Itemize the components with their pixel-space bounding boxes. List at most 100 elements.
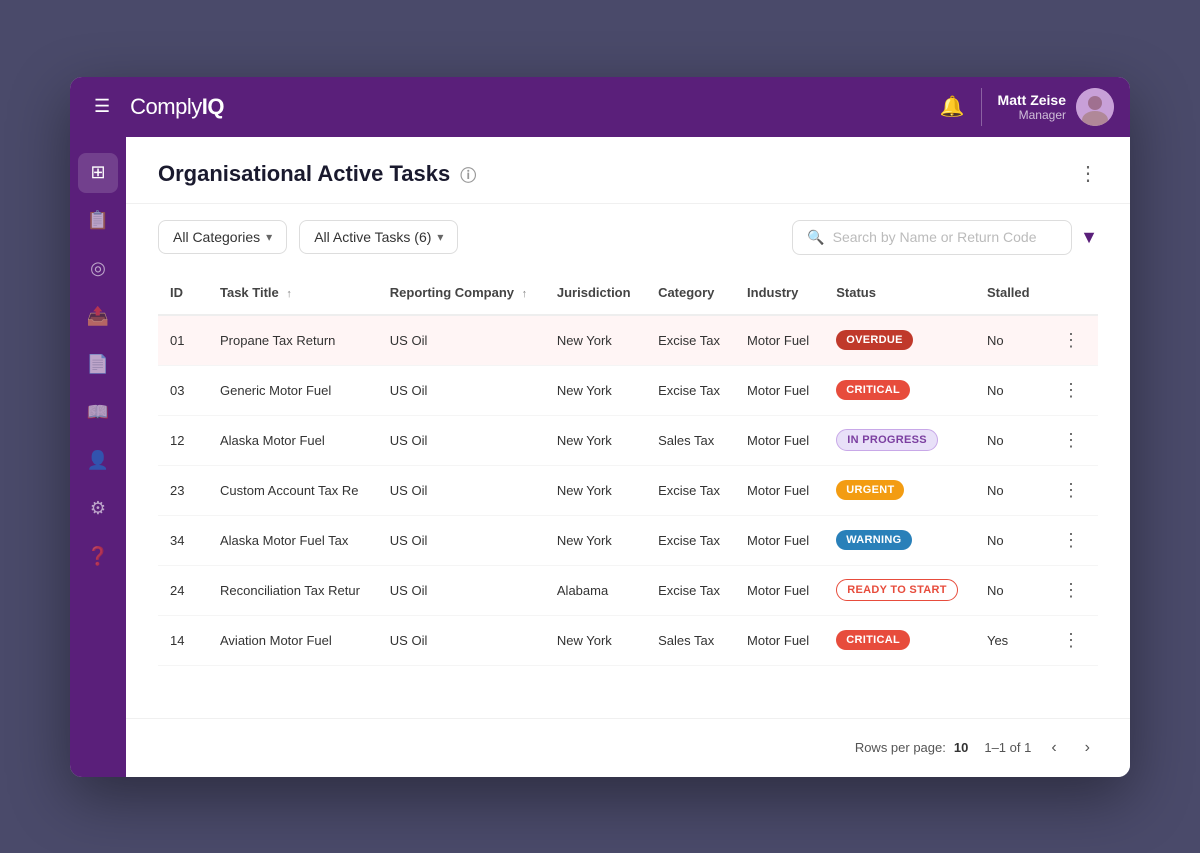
search-input[interactable] — [833, 229, 1058, 245]
search-container: 🔍 ▼ — [792, 220, 1098, 255]
tasks-label: All Active Tasks (6) — [314, 229, 431, 245]
sidebar-item-reports[interactable]: 📤 — [78, 297, 118, 337]
categories-arrow: ▾ — [266, 230, 272, 244]
table-row: 34 Alaska Motor Fuel Tax US Oil New York… — [158, 515, 1098, 565]
cell-industry: Motor Fuel — [735, 315, 824, 366]
cell-company: US Oil — [378, 465, 545, 515]
sidebar-item-tasks[interactable]: 📋 — [78, 201, 118, 241]
top-nav: ☰ ComplyIQ 🔔 Matt Zeise Manager — [70, 77, 1130, 137]
cell-company: US Oil — [378, 315, 545, 366]
status-badge: OVERDUE — [836, 330, 913, 350]
user-role: Manager — [998, 108, 1066, 122]
cell-industry: Motor Fuel — [735, 415, 824, 465]
cell-stalled: No — [975, 315, 1044, 366]
cell-company: US Oil — [378, 565, 545, 615]
main-content: Organisational Active Tasks ⓘ ⋮ All Cate… — [126, 137, 1130, 777]
cell-status: CRITICAL — [824, 365, 975, 415]
cell-industry: Motor Fuel — [735, 365, 824, 415]
cell-id: 14 — [158, 615, 208, 665]
cell-id: 34 — [158, 515, 208, 565]
sidebar-item-compliance[interactable]: ◎ — [78, 249, 118, 289]
sidebar-item-dashboard[interactable]: ⊞ — [78, 153, 118, 193]
row-menu-button[interactable]: ⋮ — [1056, 628, 1086, 653]
cell-category: Excise Tax — [646, 365, 735, 415]
cell-status: OVERDUE — [824, 315, 975, 366]
cell-category: Sales Tax — [646, 615, 735, 665]
cell-company: US Oil — [378, 365, 545, 415]
cell-category: Excise Tax — [646, 465, 735, 515]
cell-task-title: Reconciliation Tax Retur — [208, 565, 378, 615]
cell-category: Sales Tax — [646, 415, 735, 465]
row-menu-button[interactable]: ⋮ — [1056, 328, 1086, 353]
cell-jurisdiction: New York — [545, 615, 646, 665]
table-row: 12 Alaska Motor Fuel US Oil New York Sal… — [158, 415, 1098, 465]
sidebar-item-documents[interactable]: 📄 — [78, 345, 118, 385]
company-sort[interactable]: ↑ — [522, 288, 528, 300]
table-header-row: ID Task Title ↑ Reporting Company ↑ Juri… — [158, 271, 1098, 315]
sidebar-item-users[interactable]: 👤 — [78, 441, 118, 481]
cell-task-title: Propane Tax Return — [208, 315, 378, 366]
cell-task-title: Alaska Motor Fuel Tax — [208, 515, 378, 565]
tasks-dropdown[interactable]: All Active Tasks (6) ▾ — [299, 220, 458, 254]
cell-jurisdiction: New York — [545, 365, 646, 415]
row-menu-button[interactable]: ⋮ — [1056, 478, 1086, 503]
cell-stalled: No — [975, 365, 1044, 415]
cell-status: READY TO START — [824, 565, 975, 615]
row-menu-button[interactable]: ⋮ — [1056, 428, 1086, 453]
nav-right: 🔔 Matt Zeise Manager — [940, 88, 1114, 126]
sidebar: ⊞ 📋 ◎ 📤 📄 📖 👤 ⚙ ❓ — [70, 137, 126, 777]
row-menu-button[interactable]: ⋮ — [1056, 578, 1086, 603]
sidebar-item-settings[interactable]: ⚙ — [78, 489, 118, 529]
col-industry: Industry — [735, 271, 824, 315]
main-layout: ⊞ 📋 ◎ 📤 📄 📖 👤 ⚙ ❓ Organisational Active … — [70, 137, 1130, 777]
categories-dropdown[interactable]: All Categories ▾ — [158, 220, 287, 254]
cell-id: 01 — [158, 315, 208, 366]
col-jurisdiction: Jurisdiction — [545, 271, 646, 315]
cell-actions: ⋮ — [1044, 365, 1098, 415]
categories-label: All Categories — [173, 229, 260, 245]
status-badge: IN PROGRESS — [836, 429, 938, 451]
cell-stalled: No — [975, 515, 1044, 565]
page-range: 1–1 of 1 — [984, 740, 1031, 755]
sidebar-item-help[interactable]: ❓ — [78, 537, 118, 577]
cell-jurisdiction: Alabama — [545, 565, 646, 615]
cell-jurisdiction: New York — [545, 415, 646, 465]
cell-company: US Oil — [378, 515, 545, 565]
user-name: Matt Zeise — [998, 92, 1066, 108]
table-row: 24 Reconciliation Tax Retur US Oil Alaba… — [158, 565, 1098, 615]
cell-task-title: Alaska Motor Fuel — [208, 415, 378, 465]
page-header: Organisational Active Tasks ⓘ ⋮ — [126, 137, 1130, 204]
cell-category: Excise Tax — [646, 565, 735, 615]
row-menu-button[interactable]: ⋮ — [1056, 378, 1086, 403]
table-container: ID Task Title ↑ Reporting Company ↑ Juri… — [126, 271, 1130, 718]
table-row: 14 Aviation Motor Fuel US Oil New York S… — [158, 615, 1098, 665]
next-page-button[interactable]: › — [1077, 735, 1098, 761]
col-reporting-company: Reporting Company ↑ — [378, 271, 545, 315]
cell-stalled: Yes — [975, 615, 1044, 665]
row-menu-button[interactable]: ⋮ — [1056, 528, 1086, 553]
cell-industry: Motor Fuel — [735, 615, 824, 665]
cell-id: 12 — [158, 415, 208, 465]
cell-jurisdiction: New York — [545, 515, 646, 565]
status-badge: CRITICAL — [836, 630, 910, 650]
cell-actions: ⋮ — [1044, 565, 1098, 615]
sidebar-item-library[interactable]: 📖 — [78, 393, 118, 433]
pagination-info: Rows per page: 10 1–1 of 1 — [855, 740, 1032, 755]
logo-text: Comply — [130, 94, 202, 119]
hamburger-button[interactable]: ☰ — [86, 92, 118, 121]
cell-id: 23 — [158, 465, 208, 515]
filter-icon-button[interactable]: ▼ — [1080, 227, 1098, 248]
cell-category: Excise Tax — [646, 315, 735, 366]
info-icon[interactable]: ⓘ — [460, 162, 476, 186]
cell-company: US Oil — [378, 415, 545, 465]
status-badge: CRITICAL — [836, 380, 910, 400]
filters-row: All Categories ▾ All Active Tasks (6) ▾ … — [126, 204, 1130, 271]
app-window: ☰ ComplyIQ 🔔 Matt Zeise Manager — [70, 77, 1130, 777]
notification-button[interactable]: 🔔 — [940, 94, 965, 119]
col-actions — [1044, 271, 1098, 315]
task-title-sort[interactable]: ↑ — [286, 288, 292, 300]
more-options-button[interactable]: ⋮ — [1078, 161, 1098, 186]
prev-page-button[interactable]: ‹ — [1043, 735, 1064, 761]
cell-actions: ⋮ — [1044, 615, 1098, 665]
cell-task-title: Generic Motor Fuel — [208, 365, 378, 415]
